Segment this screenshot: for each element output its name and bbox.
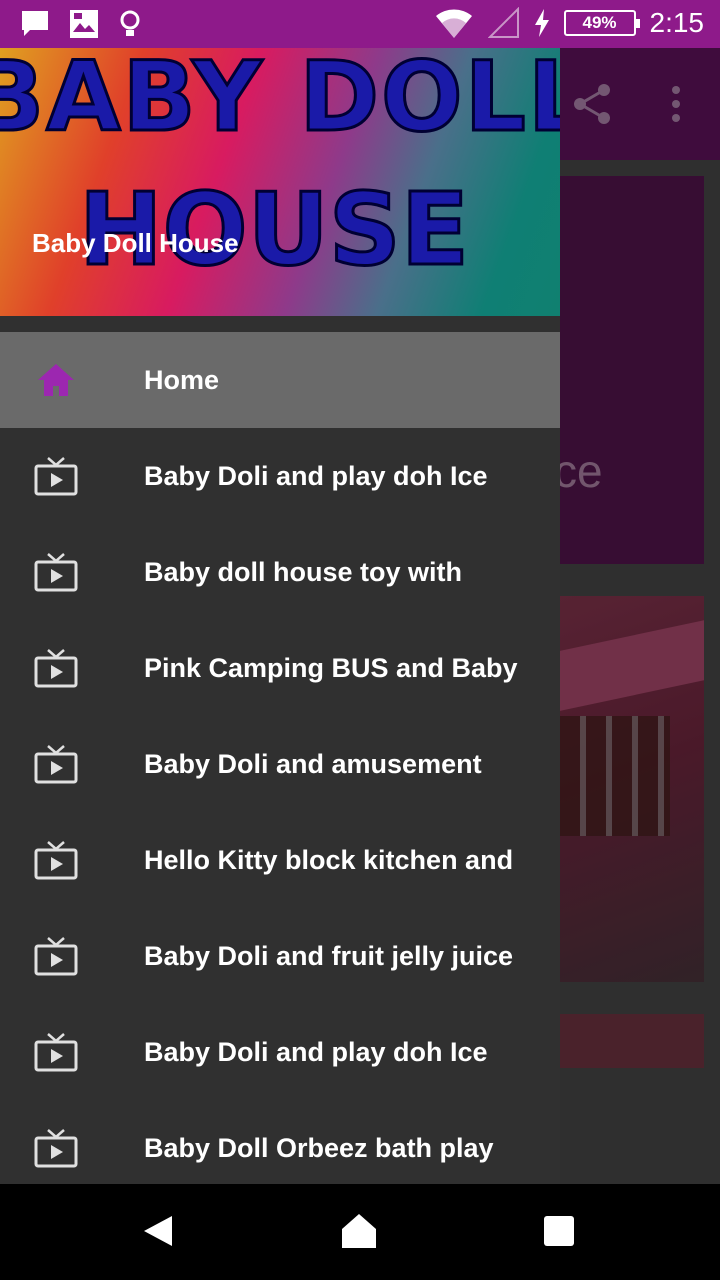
tv-icon bbox=[34, 937, 78, 976]
tv-icon bbox=[34, 841, 78, 880]
clock: 2:15 bbox=[649, 7, 705, 38]
recents-icon[interactable] bbox=[544, 1216, 574, 1246]
menu-item-label: Baby Doli and play doh Ice bbox=[144, 461, 488, 491]
system-nav-bar bbox=[0, 1184, 720, 1280]
tv-icon bbox=[34, 1033, 78, 1072]
menu-item-label: Home bbox=[144, 365, 220, 395]
photo-icon bbox=[70, 10, 98, 38]
navigation-drawer: BABY DOLL HOUSE Baby Doll House Home Bab… bbox=[0, 48, 560, 1184]
tv-icon bbox=[34, 553, 78, 592]
svg-text:BABY DOLL: BABY DOLL bbox=[0, 48, 560, 153]
wifi-icon bbox=[435, 9, 472, 38]
menu-item-label: Baby Doli and fruit jelly juice bbox=[144, 941, 514, 971]
chat-icon bbox=[22, 11, 48, 36]
status-bar: 49% 2:15 bbox=[0, 0, 720, 48]
menu-item-video[interactable]: Pink Camping BUS and Baby bbox=[0, 620, 560, 716]
home-icon bbox=[38, 364, 74, 396]
svg-text:HOUSE: HOUSE bbox=[79, 171, 469, 282]
tv-icon bbox=[34, 457, 78, 496]
menu-item-video[interactable]: Baby Doli and amusement bbox=[0, 716, 560, 812]
menu-item-video[interactable]: Baby Doli and play doh Ice bbox=[0, 1004, 560, 1100]
menu-item-label: Hello Kitty block kitchen and bbox=[144, 845, 514, 875]
tv-icon bbox=[34, 745, 78, 784]
tv-icon bbox=[34, 1129, 78, 1168]
battery-level: 49% bbox=[582, 13, 617, 32]
menu-item-label: Baby Doli and play doh Ice bbox=[144, 1037, 488, 1067]
drawer-menu: Home Baby Doli and play doh Ice Baby dol… bbox=[0, 332, 560, 1184]
charging-icon bbox=[534, 9, 549, 37]
signal-icon bbox=[487, 7, 519, 38]
battery-indicator: 49% bbox=[563, 10, 640, 36]
menu-item-video[interactable]: Baby Doli and fruit jelly juice bbox=[0, 908, 560, 1004]
menu-item-label: Pink Camping BUS and Baby bbox=[144, 653, 518, 683]
tv-icon bbox=[34, 649, 78, 688]
menu-item-video[interactable]: Hello Kitty block kitchen and bbox=[0, 812, 560, 908]
menu-item-home[interactable]: Home bbox=[0, 332, 560, 428]
menu-item-video[interactable]: Baby Doll Orbeez bath play bbox=[0, 1100, 560, 1184]
menu-item-label: Baby doll house toy with bbox=[144, 557, 463, 587]
menu-item-label: Baby Doli and amusement bbox=[144, 749, 482, 779]
drawer-header: BABY DOLL HOUSE Baby Doll House bbox=[0, 48, 560, 316]
menu-item-label: Baby Doll Orbeez bath play bbox=[144, 1133, 494, 1163]
menu-item-video[interactable]: Baby Doli and play doh Ice bbox=[0, 428, 560, 524]
lightbulb-icon bbox=[120, 10, 140, 36]
menu-item-video[interactable]: Baby doll house toy with bbox=[0, 524, 560, 620]
back-icon[interactable] bbox=[142, 1214, 174, 1248]
home-nav-icon[interactable] bbox=[340, 1212, 378, 1250]
drawer-title: Baby Doll House bbox=[32, 228, 239, 258]
